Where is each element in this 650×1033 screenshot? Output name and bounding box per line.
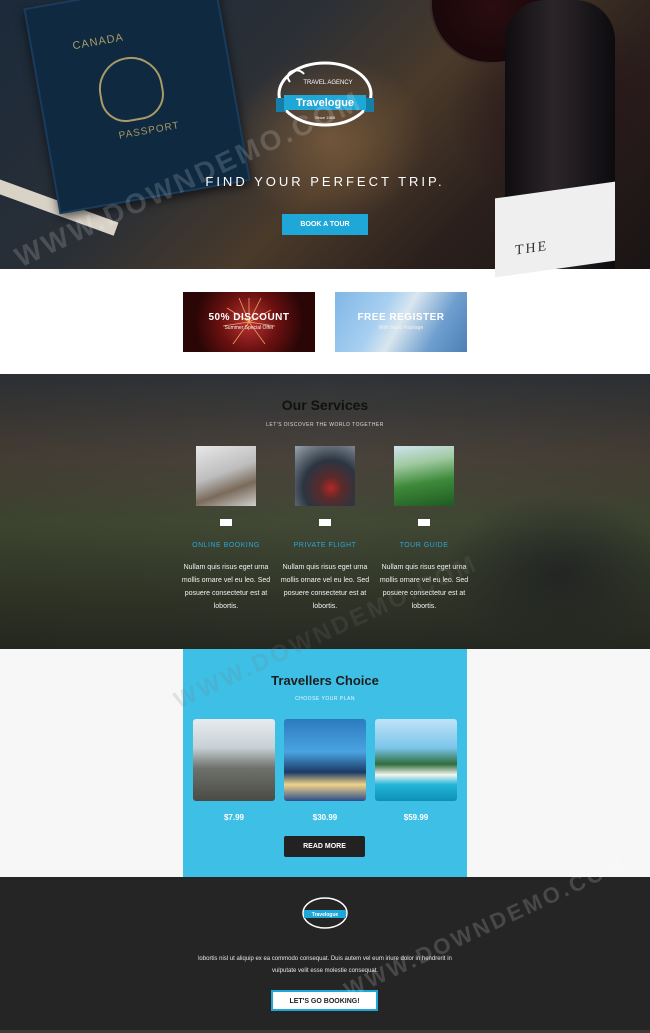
read-more-button[interactable]: READ MORE: [284, 836, 365, 857]
service-label[interactable]: TOUR GUIDE: [376, 542, 472, 549]
plan-card-resort[interactable]: [375, 719, 457, 801]
bottle-label: THE: [495, 181, 615, 278]
book-a-tour-button[interactable]: BOOK A TOUR: [282, 214, 368, 235]
choice-title: Travellers Choice: [271, 673, 379, 688]
passport-text: PASSPORT: [118, 120, 181, 142]
footer-logo-name: Travelogue: [312, 912, 339, 918]
service-text: Nullam quis risus eget urna mollis ornar…: [280, 564, 370, 610]
services-subtitle: LET'S DISCOVER THE WORLD TOGETHER: [266, 422, 384, 428]
service-tour-guide: TOUR GUIDE Nullam quis risus eget urna m…: [376, 446, 472, 636]
logo-since: Since 1988: [315, 115, 336, 120]
green-hills-image: [394, 446, 454, 506]
bottle-label-text: THE: [515, 238, 549, 259]
plan-price: $59.99: [403, 813, 429, 822]
service-label[interactable]: PRIVATE FLIGHT: [277, 542, 373, 549]
crest-icon: [93, 51, 169, 127]
promo-register-banner[interactable]: FREE REGISTER With Basic Package: [335, 292, 467, 352]
service-divider: [319, 519, 331, 526]
promo-subtitle: With Basic Package: [378, 325, 424, 331]
lets-go-booking-button[interactable]: LET'S GO BOOKING!: [271, 990, 378, 1011]
promo-title: 50% DISCOUNT: [208, 312, 290, 323]
footer-text-line: vulputate velit esse molestie consequat.: [271, 968, 379, 974]
choice-subtitle: CHOOSE YOUR PLAN: [295, 696, 355, 702]
plan-card-cliffs[interactable]: [193, 719, 275, 801]
travelogue-logo[interactable]: TRAVEL AGENCY Travelogue Since 1988: [276, 60, 374, 130]
passport-text: CANADA: [71, 31, 125, 53]
service-private-flight: PRIVATE FLIGHT Nullam quis risus eget ur…: [277, 446, 373, 636]
service-online-booking: ONLINE BOOKING Nullam quis risus eget ur…: [178, 446, 274, 636]
travellers-choice-section: Travellers Choice CHOOSE YOUR PLAN $7.99…: [183, 649, 467, 877]
plan-price: $7.99: [223, 813, 245, 822]
service-divider: [418, 519, 430, 526]
service-text: Nullam quis risus eget urna mollis ornar…: [379, 564, 469, 610]
services-section: Our Services LET'S DISCOVER THE WORLD TO…: [0, 374, 650, 654]
footer-logo[interactable]: Travelogue: [301, 895, 349, 931]
hero-section: CANADA PASSPORT THE TRAVEL AGENCY Travel…: [0, 0, 650, 278]
promo-subtitle: Summer Special Offer: [224, 325, 274, 331]
service-divider: [220, 519, 232, 526]
hero-tagline: FIND YOUR PERFECT TRIP.: [205, 174, 445, 189]
services-title: Our Services: [281, 397, 369, 413]
footer: Travelogue lobortis nisl ut aliquip ex e…: [0, 877, 650, 1033]
logo-top-text: TRAVEL AGENCY: [303, 80, 352, 86]
service-label[interactable]: ONLINE BOOKING: [178, 542, 274, 549]
airplane-cabin-image: [295, 446, 355, 506]
promo-discount-banner[interactable]: 50% DISCOUNT Summer Special Offer: [183, 292, 315, 352]
footer-text-line: lobortis nisl ut aliquip ex ea commodo c…: [198, 956, 452, 962]
service-text: Nullam quis risus eget urna mollis ornar…: [181, 564, 271, 610]
plan-card-bridge[interactable]: [284, 719, 366, 801]
footer-text: lobortis nisl ut aliquip ex ea commodo c…: [180, 953, 470, 977]
laptop-image: [196, 446, 256, 506]
promo-title: FREE REGISTER: [357, 312, 445, 323]
plan-price: $30.99: [312, 813, 338, 822]
logo-name: Travelogue: [296, 97, 354, 109]
wine-bottle-image: THE: [495, 0, 615, 278]
